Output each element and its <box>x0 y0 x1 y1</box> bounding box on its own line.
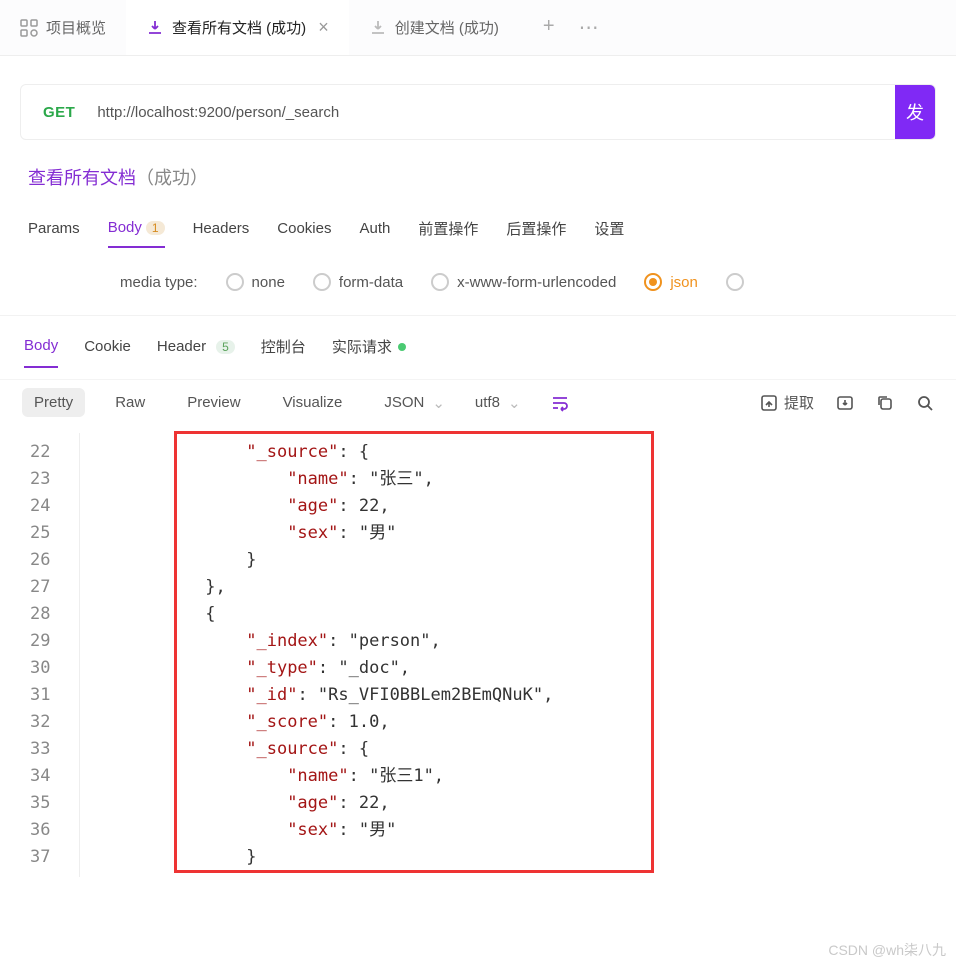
resp-tab-actual[interactable]: 实际请求 <box>332 336 406 369</box>
response-tabs: Body Cookie Header5 控制台 实际请求 <box>0 315 956 379</box>
code-content[interactable]: "_source": { "name": "张三", "age": 22, "s… <box>82 433 553 877</box>
media-xwww[interactable]: x-www-form-urlencoded <box>431 273 616 291</box>
tab-settings[interactable]: 设置 <box>594 218 624 249</box>
chevron-down-icon: ⌄ <box>432 394 445 412</box>
tab-postscript[interactable]: 后置操作 <box>506 218 566 249</box>
tab-headers[interactable]: Headers <box>193 220 250 247</box>
view-pretty[interactable]: Pretty <box>22 388 85 417</box>
add-tab-icon[interactable]: + <box>543 15 555 40</box>
chevron-down-icon: ⌄ <box>508 394 521 412</box>
media-none[interactable]: none <box>226 273 285 291</box>
media-json[interactable]: json <box>644 273 698 291</box>
request-url-bar: GET http://localhost:9200/person/_search… <box>20 84 936 140</box>
send-button[interactable]: 发 <box>895 85 935 139</box>
resp-tab-cookie[interactable]: Cookie <box>84 338 131 367</box>
close-icon[interactable]: × <box>318 17 329 38</box>
request-name: 查看所有文档（成功） <box>0 140 956 198</box>
copy-icon[interactable] <box>876 394 894 412</box>
tab-menu-icon[interactable]: ⋯ <box>579 15 599 40</box>
request-name-main: 查看所有文档 <box>28 168 136 188</box>
format-select[interactable]: JSON⌄ <box>384 394 445 412</box>
view-raw[interactable]: Raw <box>103 388 157 417</box>
dot-indicator <box>398 343 406 351</box>
response-toolbar: Pretty Raw Preview Visualize JSON⌄ utf8⌄… <box>0 379 956 427</box>
request-tabs: Params Body1 Headers Cookies Auth 前置操作 后… <box>0 198 956 261</box>
extract-button[interactable]: 提取 <box>760 392 814 413</box>
response-body: 22232425262728293031323334353637 "_sourc… <box>20 433 936 877</box>
save-icon[interactable] <box>836 394 854 412</box>
media-type-row: media type: none form-data x-www-form-ur… <box>0 261 956 315</box>
resp-tab-body[interactable]: Body <box>24 337 58 368</box>
view-visualize[interactable]: Visualize <box>271 388 355 417</box>
http-method[interactable]: GET <box>21 104 97 121</box>
request-name-suffix: （成功） <box>136 168 208 188</box>
download-icon <box>369 19 387 37</box>
resp-tab-console[interactable]: 控制台 <box>261 336 306 369</box>
watermark: CSDN @wh柒八九 <box>828 940 946 960</box>
tab-label: 创建文档 (成功) <box>395 17 499 38</box>
tab-params[interactable]: Params <box>28 220 80 247</box>
wrap-toggle[interactable] <box>551 394 569 412</box>
search-icon[interactable] <box>916 394 934 412</box>
tab-label: 查看所有文档 (成功) <box>172 17 306 38</box>
fold-column <box>66 433 80 877</box>
resp-tab-header[interactable]: Header5 <box>157 338 235 367</box>
line-gutter: 22232425262728293031323334353637 <box>20 433 66 877</box>
tab-cookies[interactable]: Cookies <box>277 220 331 247</box>
tab-bar: 项目概览 查看所有文档 (成功) × 创建文档 (成功) + ⋯ <box>0 0 956 56</box>
grid-icon <box>20 19 38 37</box>
download-icon <box>146 19 164 37</box>
media-type-label: media type: <box>120 274 198 291</box>
tab-create-doc[interactable]: 创建文档 (成功) <box>349 0 519 55</box>
tab-overview[interactable]: 项目概览 <box>0 0 126 55</box>
media-more[interactable] <box>726 273 752 291</box>
tab-body[interactable]: Body1 <box>108 219 165 248</box>
request-url[interactable]: http://localhost:9200/person/_search <box>97 104 895 121</box>
tab-auth[interactable]: Auth <box>359 220 390 247</box>
encoding-select[interactable]: utf8⌄ <box>475 394 521 412</box>
tab-view-docs[interactable]: 查看所有文档 (成功) × <box>126 0 349 55</box>
header-count-badge: 5 <box>216 340 235 354</box>
body-count-badge: 1 <box>146 221 165 235</box>
media-formdata[interactable]: form-data <box>313 273 403 291</box>
tab-label: 项目概览 <box>46 17 106 38</box>
view-preview[interactable]: Preview <box>175 388 252 417</box>
tab-prescript[interactable]: 前置操作 <box>418 218 478 249</box>
